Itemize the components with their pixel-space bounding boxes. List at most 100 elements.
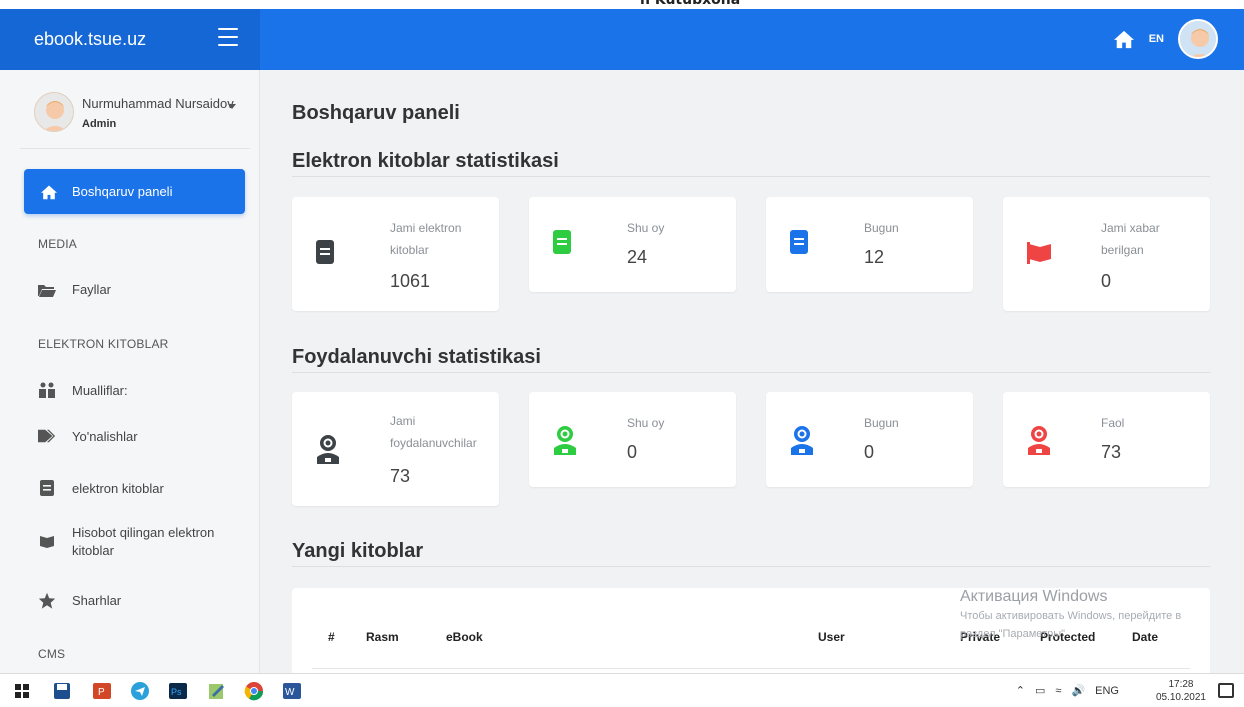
svg-text:P: P xyxy=(98,687,105,698)
windows-start-icon[interactable] xyxy=(12,681,32,701)
stat-card-total-users: Jami foydalanuvchilar 73 xyxy=(292,392,499,506)
stat-value: 73 xyxy=(1101,442,1122,462)
table-header-ebook: eBook xyxy=(446,630,483,644)
stat-label: Jami elektron kitoblar xyxy=(390,221,462,257)
sidebar-user[interactable]: Nurmuhammad Nursaidov Admin xyxy=(34,88,254,148)
stat-card-total-ebooks: Jami elektron kitoblar 1061 xyxy=(292,197,499,311)
stat-card-reported: Jami xabar berilgan 0 xyxy=(1003,197,1210,311)
telegram-icon[interactable] xyxy=(130,681,150,701)
save-icon[interactable] xyxy=(52,681,72,701)
user-stats-title: Foydalanuvchi statistikasi xyxy=(292,346,541,368)
stat-card-ebooks-month: Shu oy 24 xyxy=(529,197,736,292)
stat-card-ebooks-today: Bugun 12 xyxy=(766,197,973,292)
sidebar-item-label: Fayllar xyxy=(72,282,112,297)
home-icon[interactable] xyxy=(1113,29,1135,49)
notification-icon[interactable] xyxy=(1218,683,1234,698)
svg-text:Ps: Ps xyxy=(171,687,182,697)
taskbar-clock[interactable]: 17:28 05.10.2021 xyxy=(1156,678,1206,704)
stat-label: Jami foydalanuvchilar xyxy=(390,414,477,450)
stat-label: Shu oy xyxy=(627,416,665,430)
divider xyxy=(20,148,250,149)
flag-icon xyxy=(38,534,56,550)
topbar-actions: EN xyxy=(1113,19,1218,59)
book-icon xyxy=(38,480,56,496)
divider xyxy=(292,176,1210,177)
user-robot-icon xyxy=(317,435,339,464)
table-header-image: Rasm xyxy=(366,630,399,644)
clock-date: 05.10.2021 xyxy=(1155,692,1206,703)
sidebar-item-label: elektron kitoblar xyxy=(72,480,164,496)
word-icon[interactable]: W xyxy=(282,681,302,701)
user-robot-icon xyxy=(554,426,576,455)
notepad-icon[interactable] xyxy=(206,681,226,701)
stat-value: 1061 xyxy=(390,271,431,291)
volume-icon[interactable]: 🔊 xyxy=(1071,684,1085,697)
top-navbar: ebook.tsue.uz EN xyxy=(0,9,1244,70)
browser-top-strip: n Kutubxona xyxy=(0,0,1244,9)
hamburger-menu-icon[interactable] xyxy=(218,28,238,46)
stat-value: 24 xyxy=(627,247,648,267)
clipped-title: n Kutubxona xyxy=(640,0,741,8)
user-name: Nurmuhammad Nursaidov xyxy=(82,96,234,111)
chrome-icon[interactable] xyxy=(244,681,264,701)
star-icon xyxy=(38,592,56,609)
avatar-face-icon xyxy=(1180,21,1216,57)
new-books-title: Yangi kitoblar xyxy=(292,540,424,562)
stat-value: 0 xyxy=(627,442,638,462)
user-robot-icon xyxy=(1028,426,1050,455)
windows-activation-text: Чтобы активировать Windows, перейдите в xyxy=(960,610,1182,622)
new-books-table: # Rasm eBook User Private Protected Date… xyxy=(292,588,1210,673)
sidebar-item-authors[interactable]: Mualliflar: xyxy=(38,382,248,398)
wifi-icon[interactable]: ≈ xyxy=(1055,685,1061,697)
avatar-face-icon xyxy=(35,93,73,131)
section-cms: CMS xyxy=(38,647,66,661)
sidebar-item-label: Mualliflar: xyxy=(72,382,128,398)
table-header-date: Date xyxy=(1132,630,1159,644)
stat-value: 0 xyxy=(1101,271,1112,291)
flag-icon xyxy=(1027,242,1051,264)
photoshop-icon[interactable]: Ps xyxy=(168,681,188,701)
clock-time: 17:28 xyxy=(1168,679,1194,690)
sidebar-item-reviews[interactable]: Sharhlar xyxy=(38,592,248,609)
stat-label: Bugun xyxy=(864,416,899,430)
sidebar-item-dashboard[interactable]: Boshqaruv paneli xyxy=(24,169,245,214)
divider xyxy=(312,668,1190,669)
home-icon xyxy=(41,184,57,199)
sidebar-item-label: Sharhlar xyxy=(72,593,122,608)
windows-activation-title: Активация Windows xyxy=(960,588,1108,605)
sidebar-item-reported-ebooks[interactable]: Hisobot qilingan elektron kitoblar xyxy=(38,524,248,560)
sidebar-item-label: Boshqaruv paneli xyxy=(72,184,173,199)
system-tray: ⌃ ▭ ≈ 🔊 ENG xyxy=(1016,684,1119,698)
stat-value: 12 xyxy=(864,247,885,267)
user-avatar xyxy=(34,92,74,132)
sidebar-item-categories[interactable]: Yo'nalishlar xyxy=(38,428,248,444)
stat-card-users-today: Bugun 0 xyxy=(766,392,973,487)
tray-chevron-up-icon[interactable]: ⌃ xyxy=(1016,684,1025,697)
input-language[interactable]: ENG xyxy=(1095,685,1119,697)
section-media: MEDIA xyxy=(38,237,78,251)
powerpoint-icon[interactable]: P xyxy=(92,681,112,701)
book-icon xyxy=(790,230,808,254)
battery-icon[interactable]: ▭ xyxy=(1035,684,1045,697)
user-robot-icon xyxy=(791,426,813,455)
divider xyxy=(292,566,1210,567)
svg-text:W: W xyxy=(285,687,295,698)
chevron-down-icon[interactable] xyxy=(228,104,236,109)
book-icon xyxy=(316,240,334,264)
stat-card-active-users: Faol 73 xyxy=(1003,392,1210,487)
user-role: Admin xyxy=(82,118,117,130)
sidebar-item-ebooks[interactable]: elektron kitoblar xyxy=(38,480,248,496)
stat-label: Shu oy xyxy=(627,221,665,235)
sidebar: Nurmuhammad Nursaidov Admin Boshqaruv pa… xyxy=(0,70,260,673)
language-switch[interactable]: EN xyxy=(1149,33,1164,45)
stat-value: 0 xyxy=(864,442,875,462)
book-icon xyxy=(553,230,571,254)
sidebar-item-files[interactable]: Fayllar xyxy=(38,282,248,297)
stat-label: Bugun xyxy=(864,221,899,235)
section-ebooks: ELEKTRON KITOBLAR xyxy=(38,337,169,351)
brand-logo[interactable]: ebook.tsue.uz xyxy=(0,9,260,70)
stat-card-users-month: Shu oy 0 xyxy=(529,392,736,487)
user-avatar-top[interactable] xyxy=(1178,19,1218,59)
main-content: Boshqaruv paneli Elektron kitoblar stati… xyxy=(260,70,1244,673)
stat-value: 73 xyxy=(390,466,411,486)
